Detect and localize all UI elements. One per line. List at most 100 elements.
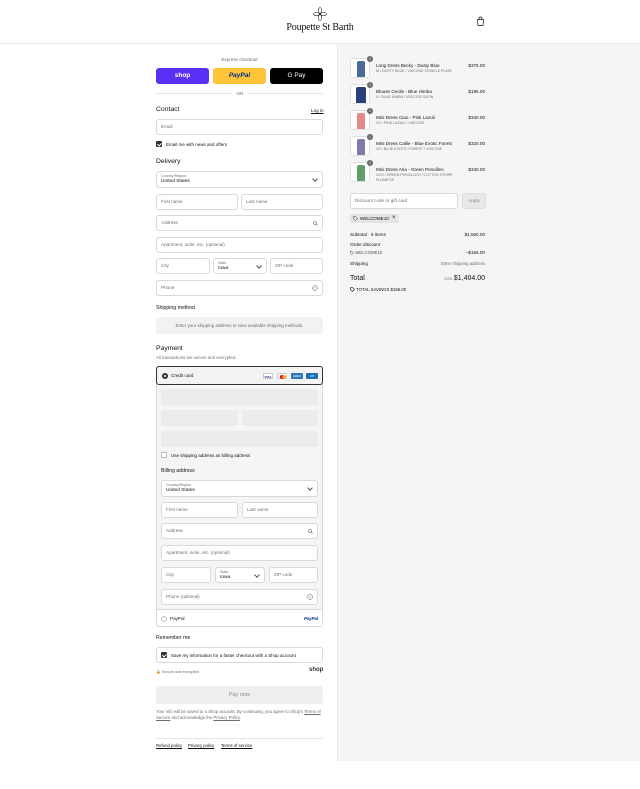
product-image: [357, 61, 365, 77]
legal-text: Your info will be saved to a Shop accoun…: [156, 709, 321, 720]
or-divider-label: OR: [232, 90, 248, 96]
news-label: Email me with news and offers: [166, 142, 227, 147]
subtotal-value: $1,560.00: [464, 232, 485, 237]
radio-unselected: [161, 616, 167, 622]
quantity-badge: 1: [367, 56, 373, 62]
paypal-express-button[interactable]: PayPal: [213, 68, 266, 84]
item-variant: XS / PINK LAZULI / VISCOSE: [376, 121, 425, 125]
billing-country-select[interactable]: Country/Region United States: [161, 480, 318, 497]
name-on-card-field[interactable]: [161, 431, 318, 447]
shop-logo: shop: [309, 667, 324, 673]
product-image: [357, 139, 365, 155]
paypal-label: PayPal: [170, 616, 185, 621]
tag-icon: [353, 216, 358, 221]
shopping-bag-icon[interactable]: [476, 16, 485, 26]
item-variant: XS / BLUE EXOTIC FOREST / VISCOSE: [376, 147, 443, 151]
last-name-field[interactable]: Last name: [241, 194, 323, 210]
item-name: Mini Dress Aria - Green Pencilleo: [376, 167, 444, 172]
shipping-method-heading: Shipping method: [156, 305, 195, 311]
pay-now-button[interactable]: Pay now: [156, 686, 323, 704]
city-field[interactable]: City: [156, 258, 210, 274]
brand-name: Poupette St Barth: [286, 22, 354, 33]
quantity-badge: 1: [367, 82, 373, 88]
visa-icon: VISA: [263, 373, 273, 379]
order-discount-code: WELCOME10: [350, 250, 382, 255]
item-name: Mini Dress Ciao - Pink Lazuli: [376, 115, 435, 120]
billing-last-name-field[interactable]: Last name: [242, 502, 318, 518]
brand-logo[interactable]: Poupette St Barth: [270, 7, 370, 39]
address-field[interactable]: Address: [156, 215, 323, 231]
secure-note: 🔒 Secure and encrypted: [156, 670, 199, 674]
svg-text:?: ?: [309, 595, 311, 599]
billing-zip-field[interactable]: ZIP code: [269, 567, 318, 583]
flower-logo-icon: [313, 7, 327, 21]
item-price: $195.00: [468, 89, 485, 94]
billing-address-field[interactable]: Address: [161, 523, 318, 539]
apply-button[interactable]: Apply: [462, 193, 486, 209]
billing-first-name-field[interactable]: First name: [161, 502, 238, 518]
billing-city-field[interactable]: City: [161, 567, 211, 583]
login-link[interactable]: Log in: [311, 108, 324, 113]
search-icon: [308, 529, 313, 534]
use-shipping-checkbox[interactable]: [161, 452, 167, 458]
card-number-field[interactable]: [161, 389, 318, 405]
security-code-field[interactable]: [242, 410, 318, 426]
apartment-field[interactable]: Apartment, suite, etc. (optional): [156, 237, 323, 253]
discount-code-input[interactable]: Discount code or gift card: [350, 193, 458, 209]
lock-icon: 🔒: [156, 670, 161, 674]
save-info-checkbox[interactable]: [161, 652, 167, 658]
product-image: [356, 87, 366, 103]
savings-tag-icon: [350, 287, 355, 292]
zip-field[interactable]: ZIP code: [270, 258, 323, 274]
email-field[interactable]: Email: [156, 119, 323, 135]
help-icon[interactable]: ?: [307, 594, 313, 600]
billing-apartment-field[interactable]: Apartment, suite, etc. (optional): [161, 545, 318, 561]
item-name: Long Dress Becky - Dusty Blue: [376, 63, 440, 68]
unionpay-icon: UP: [306, 373, 318, 379]
expiration-field[interactable]: [161, 410, 238, 426]
quantity-badge: 1: [367, 108, 373, 114]
shop-pay-button[interactable]: shop: [156, 68, 209, 84]
item-variant: XOS / GREEN PENCILLEO / COTTON STRIPE PL…: [376, 173, 453, 182]
refund-policy-link[interactable]: Refund policy: [156, 743, 182, 748]
privacy-policy-link[interactable]: Privacy policy: [188, 743, 214, 748]
country-select[interactable]: Country/Region United States: [156, 171, 323, 188]
subtotal-label: Subtotal · 5 items: [350, 232, 386, 237]
help-icon[interactable]: ?: [312, 285, 318, 291]
total-value: USD $1,404.00: [444, 275, 485, 282]
remember-me-heading: Remember me: [156, 635, 191, 641]
billing-state-select[interactable]: State Iowa: [215, 567, 265, 583]
chevron-down-icon: [312, 176, 318, 182]
discount-tag-code: WELCOME10: [360, 216, 389, 221]
item-price: $375.00: [468, 63, 485, 68]
express-checkout-title: Express checkout: [221, 57, 258, 62]
item-variant: S / BLUE HIMBA / VISCOSE SATIN: [376, 95, 434, 99]
phone-field[interactable]: Phone ?: [156, 280, 323, 296]
google-pay-button[interactable]: G Pay: [270, 68, 323, 84]
currency-code: USD: [444, 277, 453, 281]
first-name-field[interactable]: First name: [156, 194, 238, 210]
state-select[interactable]: State Iowa: [213, 258, 267, 274]
item-name: Blouse Cecile - Blue Himba: [376, 89, 432, 94]
payment-heading: Payment: [156, 345, 183, 352]
shop-privacy-link[interactable]: Privacy Policy: [213, 715, 239, 720]
amex-icon: AMEX: [291, 373, 303, 379]
order-summary: 1 Long Dress Becky - Dusty Blue M / DUST…: [337, 44, 640, 761]
tag-icon: [350, 250, 354, 255]
credit-card-option[interactable]: Credit card VISA AMEX UP: [156, 366, 323, 385]
chevron-down-icon: [307, 485, 313, 491]
terms-of-service-link[interactable]: Terms of service: [221, 743, 252, 748]
paypal-option[interactable]: PayPal PayPal: [156, 609, 323, 627]
news-checkbox[interactable]: [156, 141, 162, 147]
contact-heading: Contact: [156, 106, 180, 113]
total-savings: TOTAL SAVINGS $156.00: [350, 287, 406, 292]
remove-discount-icon[interactable]: ×: [392, 215, 396, 221]
mastercard-icon: [277, 373, 287, 379]
use-shipping-label: Use shipping address as billing address: [171, 453, 251, 458]
billing-phone-field[interactable]: Phone (optional) ?: [161, 589, 318, 605]
quantity-badge: 1: [367, 160, 373, 166]
footer-divider: [156, 738, 323, 739]
shipping-method-placeholder: Enter your shipping address to view avai…: [156, 317, 323, 334]
radio-selected: [162, 373, 168, 379]
item-price: $320.00: [468, 141, 485, 146]
